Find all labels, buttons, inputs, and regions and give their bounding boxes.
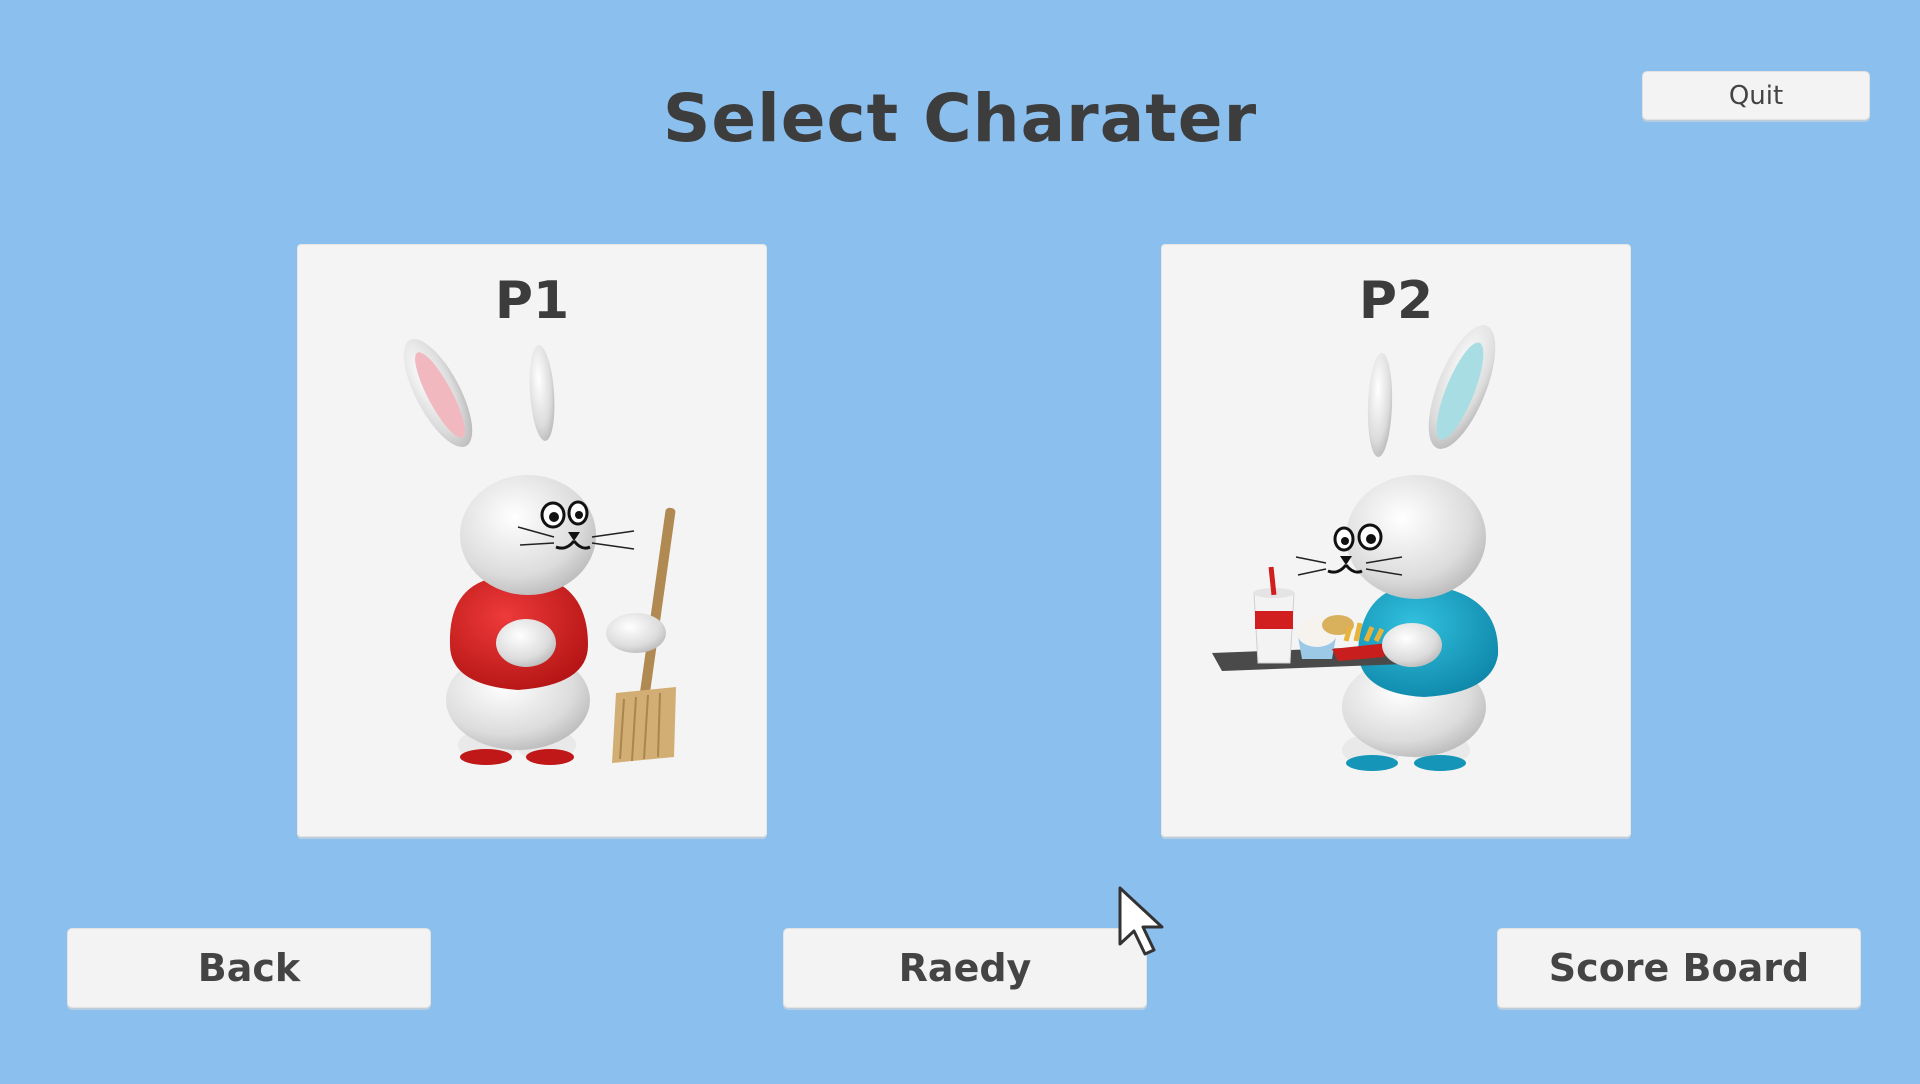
ready-button[interactable]: Raedy (783, 928, 1147, 1008)
page-title: Select Charater (662, 80, 1258, 157)
player-1-card[interactable]: P1 (297, 244, 767, 837)
back-button[interactable]: Back (67, 928, 431, 1008)
mouse-pointer-icon (1118, 886, 1164, 956)
bunny-broom-character (403, 339, 676, 765)
bunny-food-tray-character (1212, 325, 1499, 771)
quit-button[interactable]: Quit (1642, 71, 1870, 120)
left-ear (403, 339, 473, 447)
score-board-button[interactable]: Score Board (1497, 928, 1861, 1008)
player-2-card[interactable]: P2 (1161, 244, 1631, 837)
right-ear (1428, 325, 1496, 449)
